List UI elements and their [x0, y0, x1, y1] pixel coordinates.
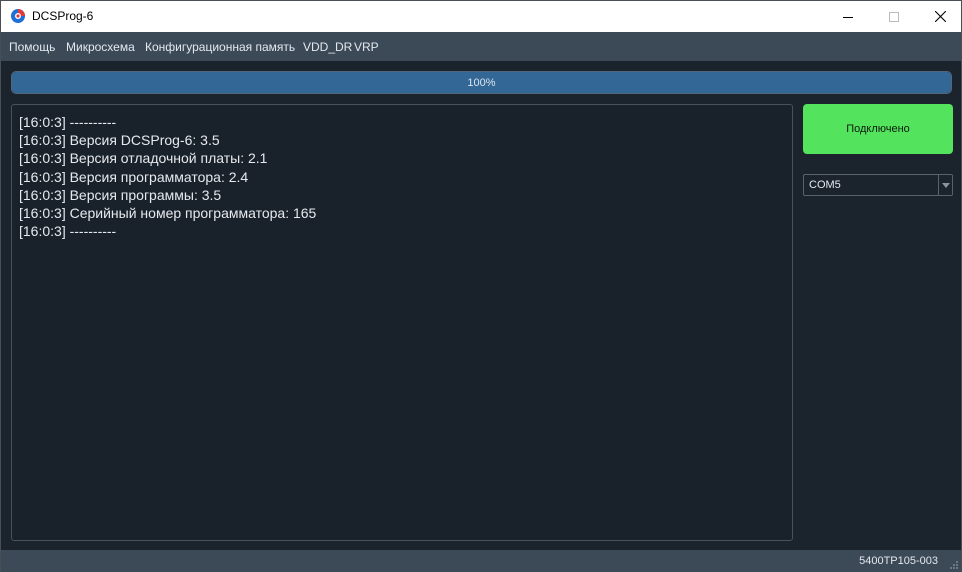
status-bar: 5400ТР105-003 — [1, 550, 961, 572]
log-line: [16:0:3] Версия программы: 3.5 — [19, 186, 222, 203]
log-output[interactable]: [16:0:3] ---------- [16:0:3] Версия DCSP… — [11, 104, 793, 541]
chip-status-label: 5400ТР105-003 — [859, 555, 938, 567]
maximize-button[interactable] — [871, 1, 917, 32]
port-select[interactable]: COM5 — [803, 174, 953, 196]
title-bar[interactable]: DCSProg-6 — [1, 1, 961, 32]
chevron-down-icon — [941, 182, 950, 188]
minimize-icon — [843, 16, 853, 18]
menu-item-chip[interactable]: Микросхема — [66, 40, 135, 54]
window-title: DCSProg-6 — [32, 9, 94, 23]
log-line: [16:0:3] Версия отладочной платы: 2.1 — [19, 150, 268, 167]
progress-bar: 100% — [11, 71, 952, 94]
app-window: DCSProg-6 Помощь Микросхема Конфигурацио… — [0, 0, 962, 572]
close-button[interactable] — [917, 1, 962, 32]
maximize-icon — [889, 11, 899, 22]
log-line: [16:0:3] ---------- — [19, 223, 117, 240]
menu-item-config-memory[interactable]: Конфигурационная память — [145, 40, 295, 54]
resize-grip-icon[interactable] — [949, 560, 959, 570]
log-line: [16:0:3] Серийный номер программатора: 1… — [19, 205, 317, 222]
close-icon — [934, 11, 946, 22]
menu-bar: Помощь Микросхема Конфигурационная памят… — [1, 32, 961, 61]
log-line: [16:0:3] Версия программатора: 2.4 — [19, 168, 249, 185]
menu-item-vdd-dr[interactable]: VDD_DR — [303, 40, 352, 54]
progress-label: 100% — [467, 76, 496, 89]
port-select-dropdown[interactable] — [938, 175, 952, 195]
minimize-button[interactable] — [825, 1, 871, 32]
menu-item-vrp[interactable]: VRP — [354, 40, 379, 54]
connect-button[interactable]: Подключено — [803, 104, 953, 154]
app-logo-icon — [11, 9, 25, 23]
log-line: [16:0:3] Версия DCSProg-6: 3.5 — [19, 132, 220, 149]
menu-item-help[interactable]: Помощь — [9, 40, 55, 54]
port-select-value: COM5 — [809, 179, 841, 191]
log-line: [16:0:3] ---------- — [19, 114, 117, 130]
